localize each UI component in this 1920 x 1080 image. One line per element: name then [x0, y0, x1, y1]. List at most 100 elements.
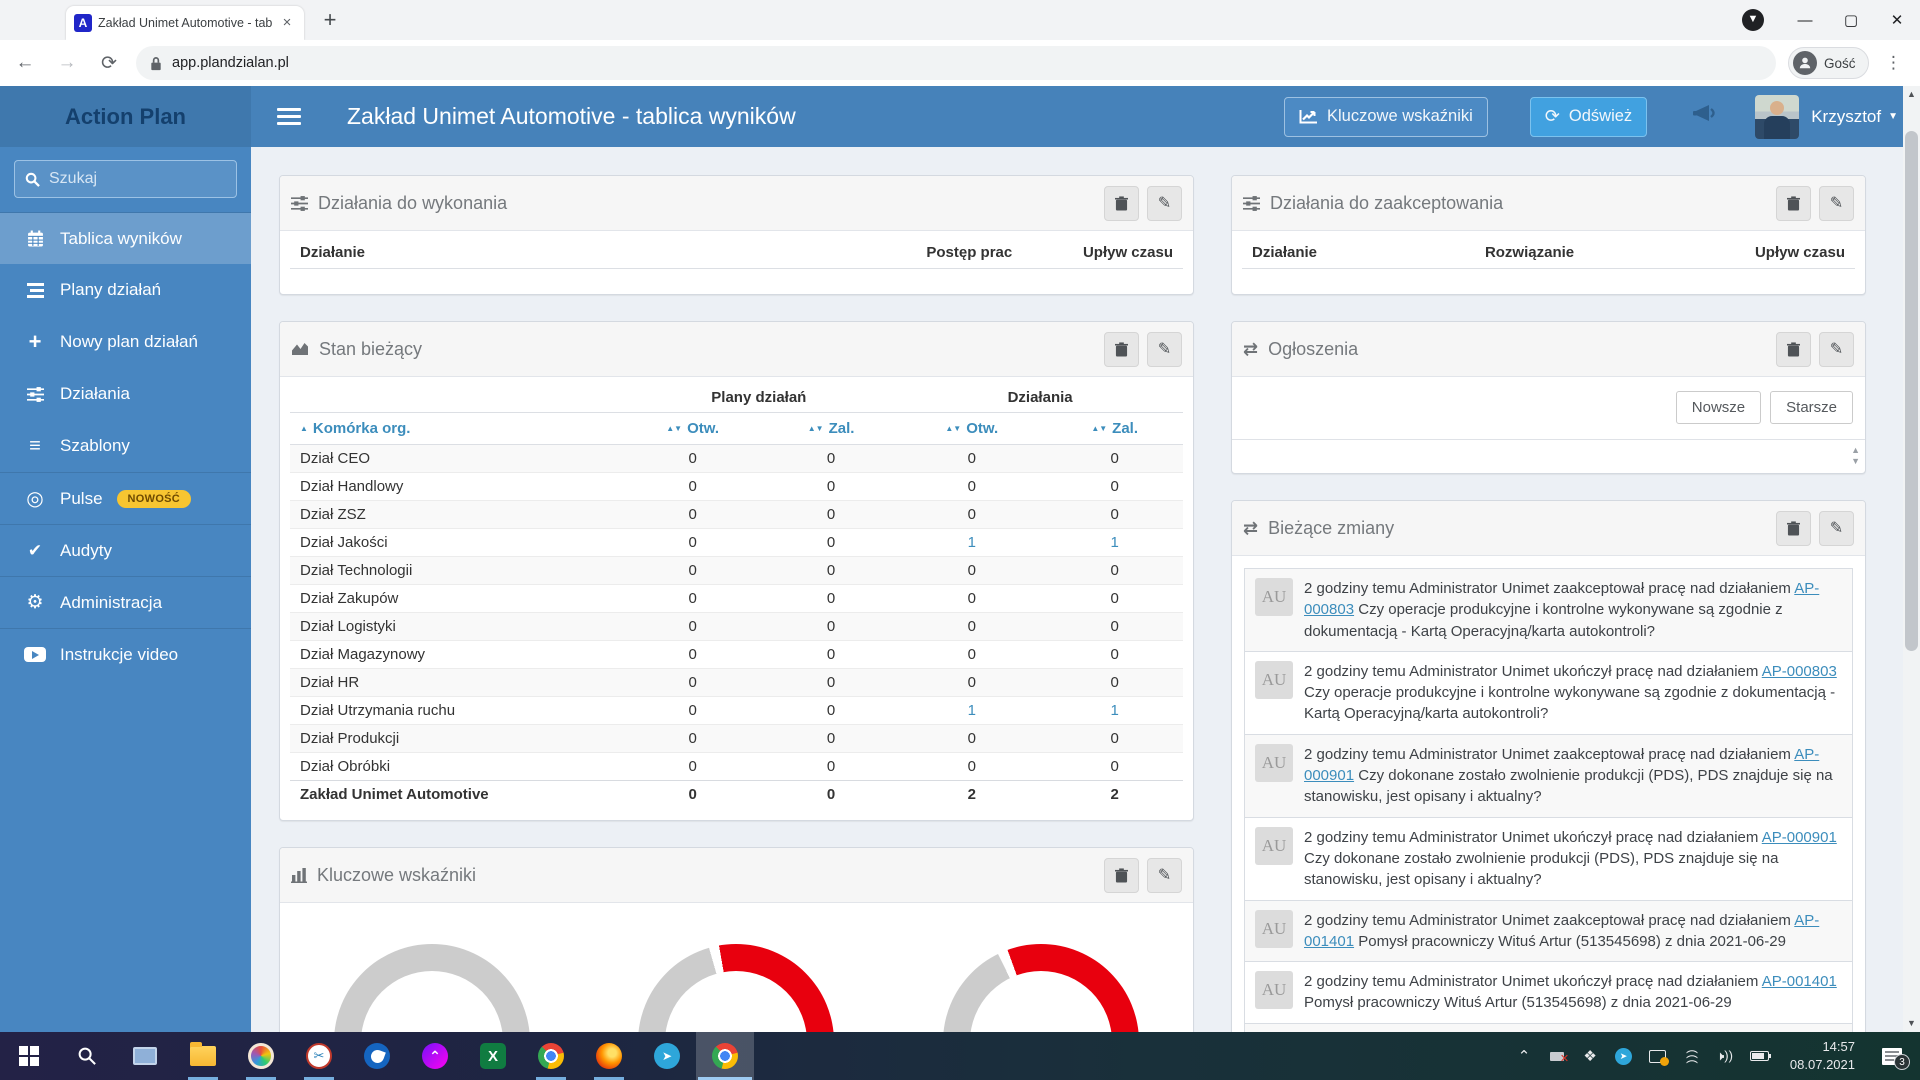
edit-widget-button[interactable]: ✎ — [1819, 331, 1854, 367]
sidebar-item-instrukcje-video[interactable]: Instrukcje video — [0, 628, 251, 680]
hamburger-menu-icon[interactable] — [277, 86, 307, 147]
key-indicators-button[interactable]: Kluczowe wskaźniki — [1284, 96, 1488, 137]
edit-widget-button[interactable]: ✎ — [1147, 857, 1182, 893]
reload-icon[interactable]: ⟳ — [92, 46, 126, 80]
table-row: Dział Technologii 0 0 0 0 — [290, 556, 1183, 585]
delete-widget-button[interactable] — [1104, 857, 1139, 893]
forward-icon[interactable]: → — [50, 46, 84, 80]
value-cell[interactable]: 1 — [1046, 528, 1183, 557]
mini-scrollbar[interactable]: ▲ ▼ — [1851, 445, 1860, 467]
sidebar-item-audyty[interactable]: ✔ Audyty — [0, 524, 251, 576]
sidebar-item-label: Instrukcje video — [60, 644, 179, 664]
sidebar-item-tablica-wyników[interactable]: Tablica wyników — [0, 212, 251, 264]
edit-widget-button[interactable]: ✎ — [1819, 185, 1854, 221]
delete-widget-button[interactable] — [1776, 510, 1811, 546]
sort-column-2[interactable]: ▲▼ Otw. — [897, 412, 1047, 445]
notification-center-icon[interactable]: 3 — [1882, 1047, 1910, 1070]
feed-item: AU 2 godziny temu Administrator Unimet uk… — [1244, 961, 1853, 1024]
sidebar-item-szablony[interactable]: ≡ Szablony — [0, 420, 251, 472]
taskbar-firefox-icon[interactable] — [580, 1032, 638, 1080]
sort-column-0[interactable]: ▲▼ Otw. — [620, 412, 765, 445]
delete-widget-button[interactable] — [1104, 185, 1139, 221]
browser-menu-icon[interactable]: ⋮ — [1879, 53, 1909, 73]
back-icon[interactable]: ← — [8, 46, 42, 80]
sidebar-item-pulse[interactable]: ◎ Pulse NOWOŚĆ — [0, 472, 251, 524]
sidebar-item-plany-działań[interactable]: Plany działań — [0, 264, 251, 316]
scroll-up-icon[interactable]: ▲ — [1903, 86, 1920, 103]
new-tab-button[interactable]: + — [316, 7, 344, 35]
sidebar-search[interactable] — [14, 160, 237, 198]
sidebar-item-administracja[interactable]: ⚙ Administracja — [0, 576, 251, 628]
browser-tab[interactable]: A Zakład Unimet Automotive - tabl × — [66, 6, 304, 40]
delete-widget-button[interactable] — [1104, 331, 1139, 367]
taskbar-clickup-icon[interactable]: ⌃ — [406, 1032, 464, 1080]
action-link[interactable]: AP-000803 — [1762, 663, 1837, 680]
taskbar-telegram-icon[interactable]: ➤ — [638, 1032, 696, 1080]
action-link[interactable]: AP-000803 — [1304, 580, 1819, 618]
org-cell: Dział Obróbki — [290, 752, 621, 781]
dropbox-icon[interactable]: ❖ — [1582, 1047, 1598, 1065]
sidebar-item-label: Szablony — [60, 436, 130, 455]
tab-search-icon[interactable]: ▼ — [1742, 9, 1764, 31]
taskbar-thunderbird-icon[interactable] — [348, 1032, 406, 1080]
edit-widget-button[interactable]: ✎ — [1147, 331, 1182, 367]
delete-widget-button[interactable] — [1776, 185, 1811, 221]
wifi-icon[interactable]: ))) — [1684, 1048, 1698, 1064]
delete-widget-button[interactable] — [1776, 331, 1811, 367]
app-logo[interactable]: Action Plan — [0, 86, 251, 147]
browser-profile-button[interactable]: Gość — [1788, 47, 1869, 79]
megaphone-icon[interactable] — [1693, 104, 1719, 129]
taskbar-remote-desktop-icon[interactable] — [116, 1032, 174, 1080]
refresh-icon: ⟳ — [1544, 106, 1560, 126]
taskbar-chrome-icon[interactable] — [696, 1032, 754, 1080]
taskbar-clock[interactable]: 14:57 08.07.2021 — [1790, 1038, 1855, 1073]
minimize-button[interactable]: — — [1782, 0, 1828, 40]
scrollbar-thumb[interactable] — [1905, 131, 1918, 651]
edit-widget-button[interactable]: ✎ — [1147, 185, 1182, 221]
sort-column-3[interactable]: ▲▼ Zal. — [1046, 412, 1183, 445]
volume-icon[interactable]: 🕨)) — [1716, 1048, 1733, 1064]
taskbar-snipping-tool-icon[interactable]: ✂ — [290, 1032, 348, 1080]
user-avatar[interactable] — [1755, 94, 1800, 139]
value-cell[interactable]: 1 — [897, 696, 1047, 725]
page-scrollbar[interactable]: ▲ ▼ — [1903, 86, 1920, 1032]
table-row: Dział CEO 0 0 0 0 — [290, 444, 1183, 473]
user-menu[interactable]: Krzysztof ▼ — [1811, 107, 1898, 127]
group-header: Plany działań — [620, 383, 898, 413]
tray-chevron-up-icon[interactable]: ⌃ — [1516, 1047, 1532, 1065]
tab-close-icon[interactable]: × — [278, 14, 296, 32]
value-cell[interactable]: 1 — [897, 528, 1047, 557]
newer-button[interactable]: Nowsze — [1675, 391, 1762, 424]
action-link[interactable]: AP-000901 — [1304, 746, 1819, 784]
action-link[interactable]: AP-001401 — [1762, 973, 1837, 990]
taskbar-excel-icon[interactable]: X — [464, 1032, 522, 1080]
value-cell: 0 — [1046, 556, 1183, 585]
screen-share-icon[interactable] — [1649, 1049, 1670, 1066]
taskbar-file-explorer-icon[interactable] — [174, 1032, 232, 1080]
close-button[interactable]: ✕ — [1874, 0, 1920, 40]
action-link[interactable]: AP-000901 — [1762, 829, 1837, 846]
search-input[interactable] — [49, 170, 219, 188]
taskbar-paint-icon[interactable] — [232, 1032, 290, 1080]
sidebar-item-działania[interactable]: Działania — [0, 368, 251, 420]
maximize-button[interactable]: ▢ — [1828, 0, 1874, 40]
safely-remove-hardware-icon[interactable]: ✕ — [1549, 1051, 1569, 1065]
sort-column-org[interactable]: ▲ Komórka org. — [290, 412, 621, 445]
value-cell[interactable]: 1 — [1046, 696, 1183, 725]
sidebar-item-nowy-plan-działań[interactable]: + Nowy plan działań — [0, 316, 251, 368]
address-bar[interactable]: app.plandzialan.pl — [136, 46, 1776, 80]
telegram-tray-icon[interactable]: ➤ — [1615, 1047, 1633, 1065]
battery-icon[interactable] — [1749, 1051, 1771, 1061]
feed-text: 2 godziny temu Administrator Unimet zaak… — [1304, 911, 1820, 950]
taskbar-chrome-profile-icon[interactable] — [522, 1032, 580, 1080]
gauge-2 — [638, 944, 835, 1032]
taskbar-taskbar-search-icon[interactable] — [58, 1032, 116, 1080]
scroll-down-icon[interactable]: ▼ — [1903, 1015, 1920, 1032]
taskbar-start-button-icon[interactable] — [0, 1032, 58, 1080]
action-link[interactable]: AP-001401 — [1304, 912, 1819, 950]
sort-column-1[interactable]: ▲▼ Zal. — [764, 412, 898, 445]
edit-widget-button[interactable]: ✎ — [1819, 510, 1854, 546]
refresh-button[interactable]: ⟳ Odśwież — [1529, 96, 1648, 137]
older-button[interactable]: Starsze — [1770, 391, 1853, 424]
pencil-icon: ✎ — [1829, 520, 1844, 537]
